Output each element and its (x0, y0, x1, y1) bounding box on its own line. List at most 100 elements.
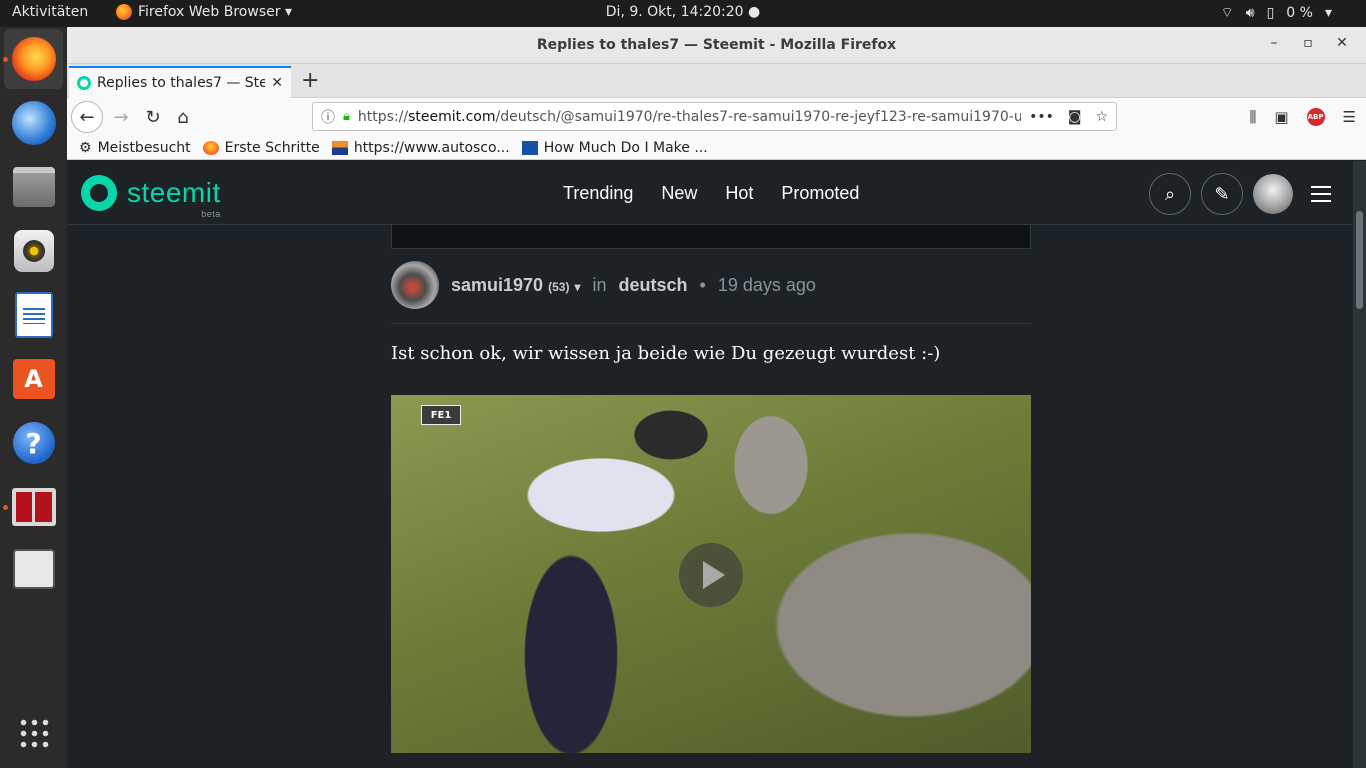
bookmark-label: Erste Schritte (224, 139, 320, 156)
dock-terminal[interactable] (4, 477, 63, 537)
tab-close-icon[interactable]: ✕ (271, 75, 283, 91)
post-time[interactable]: 19 days ago (718, 275, 816, 296)
page-actions-icon[interactable]: ••• (1029, 109, 1054, 125)
dock-mixer[interactable] (4, 539, 63, 599)
reputation: (53) (548, 279, 570, 294)
adblock-icon[interactable]: ABP (1306, 108, 1325, 126)
author-avatar[interactable] (391, 261, 439, 309)
tv-logo: FE1 (421, 405, 461, 425)
category-link[interactable]: deutsch (619, 275, 688, 296)
divider (391, 323, 1031, 324)
firefox-icon (11, 37, 56, 81)
url-path: /deutsch/@samui1970/re-thales7-re-samui1… (495, 108, 1022, 125)
arrow-left-icon: ← (79, 106, 95, 128)
pocket-icon[interactable]: ◙ (1068, 109, 1082, 125)
wifi-icon: ⌔ (1220, 5, 1234, 21)
scrollbar-thumb[interactable] (1356, 211, 1363, 309)
nav-hot[interactable]: Hot (725, 183, 753, 204)
dock-software[interactable]: A (4, 349, 63, 409)
menu-icon[interactable]: ☰ (1343, 108, 1356, 126)
page-content: steemit beta Trending New Hot Promoted ⌕ … (67, 161, 1353, 768)
titlebar: Replies to thales7 — Steemit - Mozilla F… (67, 27, 1366, 64)
close-button[interactable]: ✕ (1332, 35, 1352, 51)
scrollbar[interactable] (1353, 161, 1366, 768)
system-tray[interactable]: ⌔ 🔊︎ ▯ 0 % ▾ (1221, 4, 1332, 22)
dock-help[interactable]: ? (4, 413, 63, 473)
info-icon[interactable]: ⓘ (321, 107, 335, 127)
lock-icon[interactable]: 🔒︎ (343, 109, 350, 124)
hamburger-menu-icon[interactable] (1311, 186, 1331, 202)
dock-files[interactable] (4, 157, 63, 217)
bookmark-label: https://www.autosco... (353, 139, 510, 156)
files-icon (12, 167, 55, 207)
minimize-button[interactable]: – (1264, 35, 1284, 51)
top-panel: Aktivitäten Firefox Web Browser ▾ Di, 9.… (0, 0, 1366, 27)
chevron-down-icon[interactable]: ▾ (574, 280, 580, 294)
url-text[interactable]: https://steemit.com/deutsch/@samui1970/r… (358, 109, 1021, 125)
new-tab-button[interactable]: + (301, 68, 319, 93)
help-icon: ? (12, 422, 55, 464)
site-header: steemit beta Trending New Hot Promoted ⌕ … (67, 161, 1353, 225)
battery-percent: 0 % (1286, 5, 1313, 21)
dock: A ? (0, 27, 67, 768)
write-post-button[interactable]: ✎ (1201, 173, 1243, 215)
bookmark-how-much[interactable]: How Much Do I Make ... (521, 140, 708, 156)
forward-button[interactable]: → (107, 103, 135, 131)
home-icon: ⌂ (177, 106, 189, 128)
url-prefix: https:// (357, 108, 409, 125)
app-grid-icon (17, 717, 50, 749)
nav-new[interactable]: New (661, 183, 697, 204)
tab-active[interactable]: Replies to thales7 — Steemit ✕ (69, 66, 291, 98)
dock-rhythmbox[interactable] (4, 221, 63, 281)
bookmark-erste-schritte[interactable]: Erste Schritte (202, 139, 320, 156)
play-button[interactable] (679, 543, 743, 607)
dock-writer[interactable] (4, 285, 63, 345)
rhythmbox-icon (13, 230, 54, 272)
separator-dot: • (699, 274, 706, 295)
beta-label: beta (201, 209, 221, 219)
tab-bar: Replies to thales7 — Steemit ✕ + (67, 64, 1366, 98)
software-store-icon: A (12, 359, 55, 399)
nav-trending[interactable]: Trending (563, 183, 633, 204)
battery-icon: ▯ (1266, 5, 1275, 21)
tab-title: Replies to thales7 — Steemit (97, 75, 266, 91)
dock-firefox[interactable] (4, 29, 63, 89)
home-button[interactable]: ⌂ (169, 103, 197, 131)
library-icon[interactable]: ⫼ (1249, 108, 1256, 126)
show-applications-button[interactable] (4, 703, 63, 763)
running-indicator (3, 505, 8, 510)
firefox-window: Replies to thales7 — Steemit - Mozilla F… (67, 27, 1366, 768)
nav-promoted[interactable]: Promoted (781, 183, 859, 204)
autoscout-icon (331, 140, 348, 155)
dock-thunderbird[interactable] (4, 93, 63, 153)
bookmark-autosco[interactable]: https://www.autosco... (331, 139, 510, 156)
steemit-logo[interactable]: steemit beta (81, 175, 221, 219)
reload-button[interactable]: ↻ (139, 103, 167, 131)
back-button[interactable]: ← (71, 101, 103, 133)
maximize-button[interactable]: ▫ (1298, 35, 1318, 51)
previous-comment-box (391, 225, 1031, 249)
terminal-icon (11, 488, 56, 526)
firefox-icon (202, 140, 219, 155)
main-nav: Trending New Hot Promoted (563, 183, 859, 204)
arrow-right-icon: → (113, 106, 129, 128)
steemit-favicon-icon (77, 76, 91, 90)
search-icon: ⌕ (1164, 183, 1176, 205)
url-bar[interactable]: ⓘ 🔒︎ https://steemit.com/deutsch/@samui1… (312, 102, 1117, 131)
reload-icon: ↻ (145, 106, 161, 128)
gear-icon: ⚙ (79, 139, 92, 156)
sidebar-icon[interactable]: ▣ (1274, 108, 1288, 126)
clock[interactable]: Di, 9. Okt, 14:20:20 ● (0, 4, 1366, 20)
search-button[interactable]: ⌕ (1149, 173, 1191, 215)
volume-icon: 🔊︎ (1245, 5, 1255, 21)
bookmark-label: Meistbesucht (97, 139, 191, 156)
url-domain: steemit.com (408, 108, 496, 125)
video-embed[interactable]: FE1 (391, 395, 1031, 753)
user-avatar[interactable] (1253, 174, 1293, 214)
bookmark-meistbesucht[interactable]: ⚙ Meistbesucht (79, 140, 191, 156)
nav-bar: ← → ↻ ⌂ ⓘ 🔒︎ https://steemit.com/deutsch… (67, 98, 1366, 136)
author-link[interactable]: samui1970 (53) ▾ (451, 275, 580, 296)
chevron-down-icon: ▾ (1324, 5, 1332, 21)
bookmark-star-icon[interactable]: ☆ (1095, 109, 1108, 125)
post-body: Ist schon ok, wir wissen ja beide wie Du… (391, 343, 941, 364)
